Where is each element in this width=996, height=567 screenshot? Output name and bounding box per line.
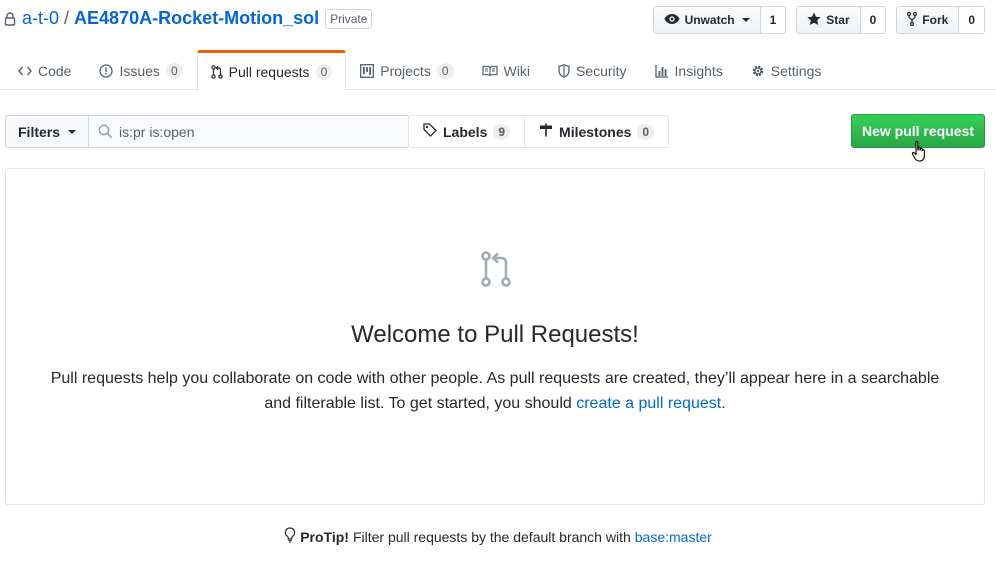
star-icon xyxy=(807,12,821,29)
labels-milestones-nav: Labels 9 Milestones 0 xyxy=(408,115,670,148)
gear-icon xyxy=(751,64,765,78)
graph-icon xyxy=(654,64,669,78)
protip: ProTip! Filter pull requests by the defa… xyxy=(0,527,996,546)
stargazers-count[interactable]: 0 xyxy=(860,6,887,34)
chevron-down-icon xyxy=(68,129,77,134)
blankslate-text-end: . xyxy=(721,395,726,412)
issue-icon xyxy=(99,64,114,78)
repo-name-link[interactable]: AE4870A-Rocket-Motion_sol xyxy=(74,8,319,29)
star-button[interactable]: Star xyxy=(796,6,861,34)
repo-owner-link[interactable]: a-t-0 xyxy=(22,8,59,29)
base-master-link[interactable]: base:master xyxy=(635,529,712,545)
light-bulb-icon xyxy=(284,527,296,546)
tab-issues[interactable]: Issues 0 xyxy=(85,50,196,90)
tab-projects-label: Projects xyxy=(380,63,431,79)
lock-icon xyxy=(4,11,16,27)
tab-security[interactable]: Security xyxy=(544,50,641,90)
star-group: Star 0 xyxy=(796,6,887,34)
watchers-count[interactable]: 1 xyxy=(760,6,787,34)
tab-insights-label: Insights xyxy=(674,63,723,79)
repo-header: a-t-0 / AE4870A-Rocket-Motion_sol Privat… xyxy=(0,0,996,91)
fork-button[interactable]: Fork xyxy=(896,6,960,34)
shield-icon xyxy=(558,64,570,78)
tab-projects[interactable]: Projects 0 xyxy=(346,50,467,90)
pull-request-icon xyxy=(210,64,223,79)
labels-count-badge: 9 xyxy=(493,123,511,140)
unwatch-button[interactable]: Unwatch xyxy=(652,6,761,34)
blankslate-text: Pull requests help you collaborate on co… xyxy=(50,370,940,412)
eye-icon xyxy=(664,13,680,28)
milestone-icon xyxy=(539,123,553,140)
blankslate-title: Welcome to Pull Requests! xyxy=(351,321,639,348)
tab-pull-requests[interactable]: Pull requests 0 xyxy=(196,50,347,91)
pull-requests-count-badge: 0 xyxy=(315,63,333,80)
filters-label: Filters xyxy=(18,123,61,140)
tab-security-label: Security xyxy=(575,63,627,79)
milestones-count-badge: 0 xyxy=(637,123,655,140)
fork-label: Fork xyxy=(922,13,949,27)
private-label: Private xyxy=(325,8,373,29)
filter-bar: Filters xyxy=(5,115,410,148)
tab-settings[interactable]: Settings xyxy=(737,50,836,90)
milestones-button[interactable]: Milestones 0 xyxy=(525,115,670,148)
blankslate-description: Pull requests help you collaborate on co… xyxy=(46,366,944,416)
star-label: Star xyxy=(826,13,850,27)
labels-label: Labels xyxy=(443,123,488,140)
blankslate: Welcome to Pull Requests! Pull requests … xyxy=(5,168,985,505)
search-box xyxy=(89,115,410,148)
tab-wiki[interactable]: Wiki xyxy=(468,50,544,90)
projects-count-badge: 0 xyxy=(436,63,454,79)
chevron-down-icon xyxy=(741,18,750,22)
tab-code-label: Code xyxy=(38,63,72,79)
book-icon xyxy=(481,65,498,77)
tab-wiki-label: Wiki xyxy=(503,63,530,79)
labels-button[interactable]: Labels 9 xyxy=(408,115,526,148)
fork-icon xyxy=(907,11,918,29)
protip-lead: ProTip! xyxy=(300,528,349,545)
filters-dropdown-button[interactable]: Filters xyxy=(5,115,90,148)
milestones-label: Milestones xyxy=(559,123,632,140)
search-input[interactable] xyxy=(89,116,409,147)
tab-settings-label: Settings xyxy=(770,63,822,79)
project-icon xyxy=(360,64,375,78)
issues-count-badge: 0 xyxy=(165,63,183,79)
tab-issues-label: Issues xyxy=(119,63,160,79)
repo-tabs: Code Issues 0 Pull requests 0 Projects 0… xyxy=(4,50,836,91)
protip-text: Filter pull requests by the default bran… xyxy=(352,528,631,545)
pull-request-icon xyxy=(480,251,512,290)
fork-group: Fork 0 xyxy=(896,6,985,34)
watch-group: Unwatch 1 xyxy=(652,6,787,34)
tab-code[interactable]: Code xyxy=(4,50,85,90)
tab-insights[interactable]: Insights xyxy=(641,50,737,90)
create-pull-request-link[interactable]: create a pull request xyxy=(576,395,721,412)
repo-actions: Unwatch 1 Star 0 Fork 0 xyxy=(652,6,985,34)
hand-cursor-icon xyxy=(911,140,929,167)
path-separator: / xyxy=(64,8,70,28)
tab-pull-requests-label: Pull requests xyxy=(228,63,310,80)
forks-count[interactable]: 0 xyxy=(959,6,985,34)
unwatch-label: Unwatch xyxy=(684,13,735,27)
repo-title: a-t-0 / AE4870A-Rocket-Motion_sol Privat… xyxy=(4,8,373,29)
tag-icon xyxy=(423,123,437,140)
code-icon xyxy=(18,65,32,77)
